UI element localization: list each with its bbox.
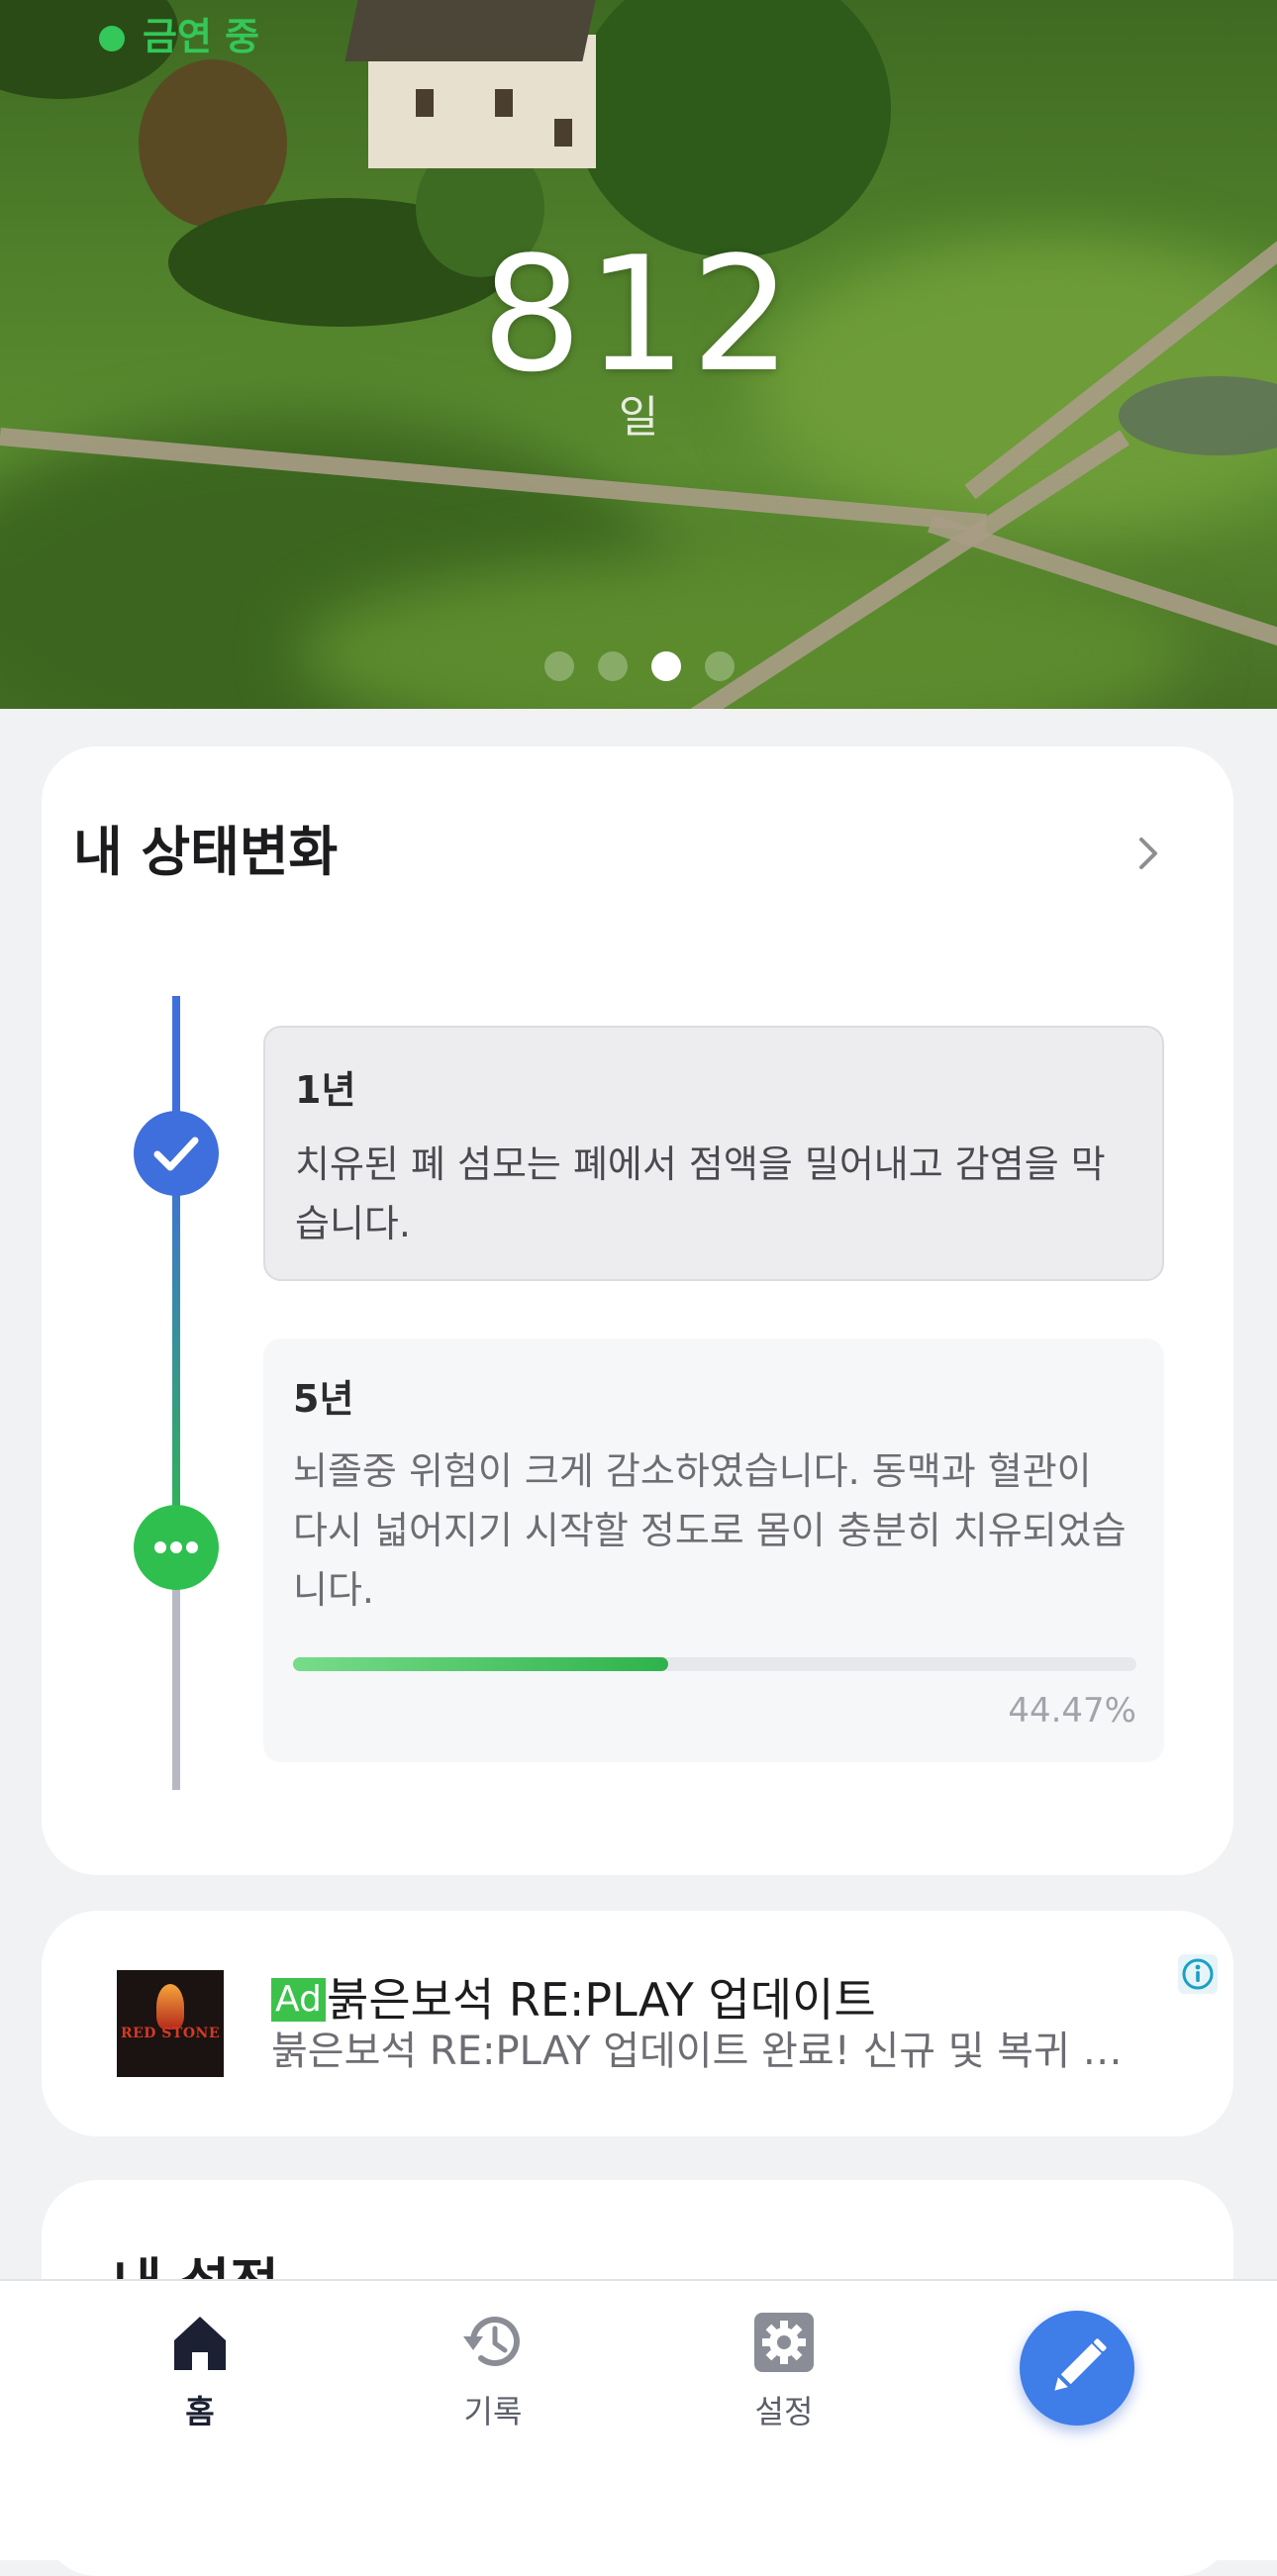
write-fab-button[interactable] bbox=[1020, 2311, 1134, 2426]
milestone-card[interactable]: 1년 치유된 폐 섬모는 폐에서 점액을 밀어내고 감염을 막습니다. bbox=[263, 1026, 1164, 1281]
ad-title[interactable]: 붉은보석 RE:PLAY 업데이트 bbox=[327, 1970, 876, 2030]
ad-logo-text: RED STONE bbox=[120, 2026, 220, 2041]
page-dot[interactable] bbox=[598, 651, 628, 681]
nav-home[interactable]: 홈 bbox=[121, 2311, 279, 2430]
timeline-node-completed bbox=[134, 1111, 219, 1196]
days-unit: 일 bbox=[618, 392, 659, 443]
page-dot[interactable] bbox=[544, 651, 574, 681]
milestone-period: 5년 bbox=[293, 1377, 354, 1421]
house-roof bbox=[344, 0, 596, 61]
nav-settings[interactable]: 설정 bbox=[705, 2311, 863, 2430]
nav-history[interactable]: 기록 bbox=[414, 2311, 572, 2430]
house-window bbox=[495, 89, 513, 117]
hero-banner[interactable]: 금연 중 812 일 bbox=[0, 0, 1277, 709]
nav-home-label: 홈 bbox=[185, 2393, 215, 2430]
chevron-right-icon[interactable] bbox=[1129, 834, 1168, 873]
ad-description[interactable]: 붉은보석 RE:PLAY 업데이트 완료! 신규 및 복귀 유… bbox=[271, 2024, 1142, 2079]
pencil-icon bbox=[1054, 2338, 1107, 2391]
milestone-progress-bar bbox=[293, 1657, 1136, 1671]
milestone-card[interactable]: 5년 뇌졸중 위험이 크게 감소하였습니다. 동맥과 혈관이 다시 넓어지기 시… bbox=[263, 1338, 1164, 1762]
tree bbox=[139, 59, 287, 228]
page-indicator[interactable] bbox=[544, 651, 735, 681]
timeline-line bbox=[172, 1154, 180, 1540]
ad-thumbnail[interactable]: RED STONE bbox=[117, 1970, 224, 2077]
check-icon bbox=[153, 1137, 199, 1171]
status-dot bbox=[99, 26, 125, 51]
page-dot-active[interactable] bbox=[651, 651, 681, 681]
milestone-description: 뇌졸중 위험이 크게 감소하였습니다. 동맥과 혈관이 다시 넓어지기 시작할 … bbox=[293, 1449, 1127, 1612]
more-dots-icon bbox=[154, 1541, 198, 1553]
status-label: 금연 중 bbox=[143, 15, 260, 58]
info-icon[interactable] bbox=[1178, 1954, 1218, 1994]
milestone-progress-label: 44.47% bbox=[1008, 1691, 1136, 1731]
milestone-period: 1년 bbox=[295, 1068, 356, 1112]
milestone-progress-fill bbox=[293, 1657, 668, 1671]
gear-icon bbox=[754, 2313, 814, 2372]
tree bbox=[574, 0, 891, 257]
house-window bbox=[416, 89, 434, 117]
nav-history-label: 기록 bbox=[463, 2393, 523, 2430]
status-card-title: 내 상태변화 bbox=[73, 821, 339, 883]
milestone-description: 치유된 폐 섬모는 폐에서 점액을 밀어내고 감염을 막습니다. bbox=[295, 1142, 1106, 1245]
timeline-node-in-progress bbox=[134, 1505, 219, 1590]
page-dot[interactable] bbox=[705, 651, 735, 681]
home-icon bbox=[174, 2317, 226, 2370]
ad-logo-flame bbox=[156, 1984, 184, 2030]
nav-settings-label: 설정 bbox=[754, 2393, 814, 2430]
ad-badge: Ad bbox=[271, 1978, 326, 2022]
house-window bbox=[554, 119, 572, 147]
history-icon bbox=[463, 2317, 520, 2367]
days-counter: 812 bbox=[481, 222, 796, 407]
